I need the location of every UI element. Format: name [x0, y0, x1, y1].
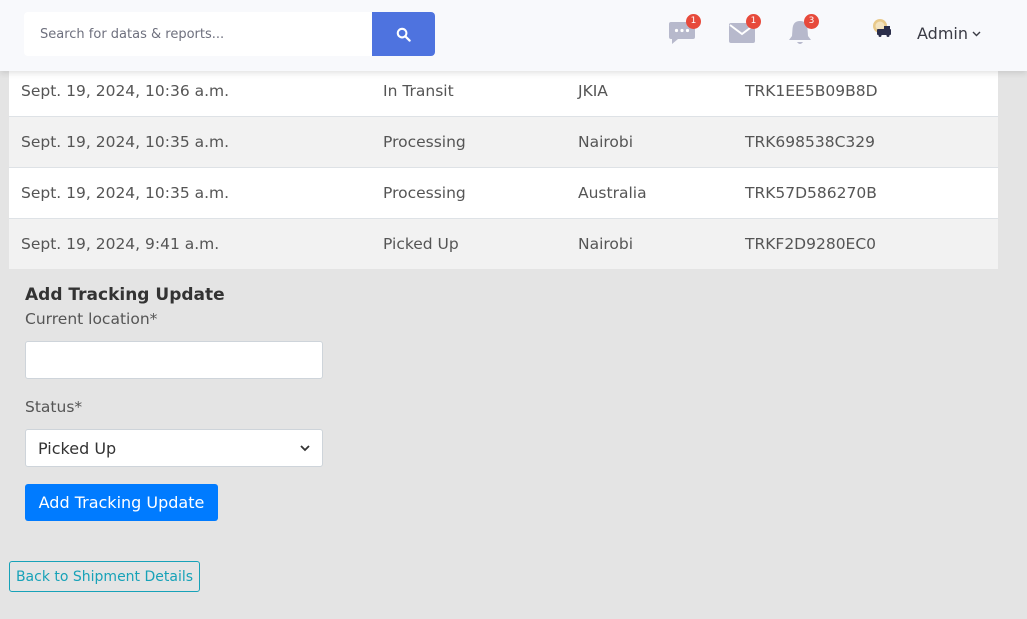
add-tracking-update-button[interactable]: Add Tracking Update [25, 484, 218, 521]
row-status: Picked Up [383, 235, 459, 253]
search-input[interactable] [24, 12, 372, 56]
chevron-down-icon [300, 444, 310, 451]
row-location: JKIA [578, 81, 608, 100]
row-date: Sept. 19, 2024, 10:35 a.m. [21, 184, 230, 202]
location-input[interactable] [25, 341, 323, 379]
row-tracking-number: TRK57D586270B [745, 184, 877, 202]
mail-nav[interactable]: 1 [727, 14, 761, 48]
location-label: Current location* [25, 310, 158, 328]
row-date: Sept. 19, 2024, 9:41 a.m. [21, 235, 220, 253]
form-title: Add Tracking Update [25, 285, 225, 305]
user-menu[interactable]: Admin [917, 24, 981, 43]
topbar: 1 1 3 Admin [0, 0, 1027, 71]
row-tracking-number: TRKF2D9280EC0 [745, 235, 877, 253]
avatar[interactable] [871, 16, 893, 38]
back-to-shipment-details-button[interactable]: Back to Shipment Details [9, 561, 200, 592]
row-status: Processing [383, 184, 466, 202]
status-select[interactable]: Picked Up [25, 429, 323, 467]
row-status: In Transit [383, 81, 454, 100]
row-status: Processing [383, 133, 466, 151]
alerts-badge: 3 [804, 14, 819, 29]
row-tracking-number: TRK698538C329 [745, 133, 875, 151]
row-date: Sept. 19, 2024, 10:36 a.m. [21, 81, 230, 100]
row-location: Australia [578, 184, 647, 202]
row-location: Nairobi [578, 235, 634, 253]
row-date: Sept. 19, 2024, 10:35 a.m. [21, 133, 230, 151]
table-row: Sept. 19, 2024, 10:35 a.m. Processing Au… [9, 167, 998, 218]
messages-nav[interactable]: 1 [667, 14, 701, 48]
search-icon [396, 27, 411, 42]
mail-badge: 1 [746, 14, 761, 29]
status-selected-value: Picked Up [38, 438, 117, 458]
alerts-nav[interactable]: 3 [785, 14, 819, 48]
row-location: Nairobi [578, 133, 634, 151]
table-row: Sept. 19, 2024, 9:41 a.m. Picked Up Nair… [9, 218, 998, 269]
tracking-table: Sept. 19, 2024, 10:36 a.m. In Transit JK… [9, 65, 998, 269]
search-button[interactable] [372, 12, 435, 56]
user-name: Admin [917, 24, 968, 43]
table-row: Sept. 19, 2024, 10:36 a.m. In Transit JK… [9, 65, 998, 116]
table-row: Sept. 19, 2024, 10:35 a.m. Processing Na… [9, 116, 998, 167]
search-group [24, 12, 435, 56]
messages-badge: 1 [686, 14, 701, 29]
chevron-down-icon [972, 31, 981, 36]
status-label: Status* [25, 398, 83, 416]
row-tracking-number: TRK1EE5B09B8D [745, 81, 878, 100]
